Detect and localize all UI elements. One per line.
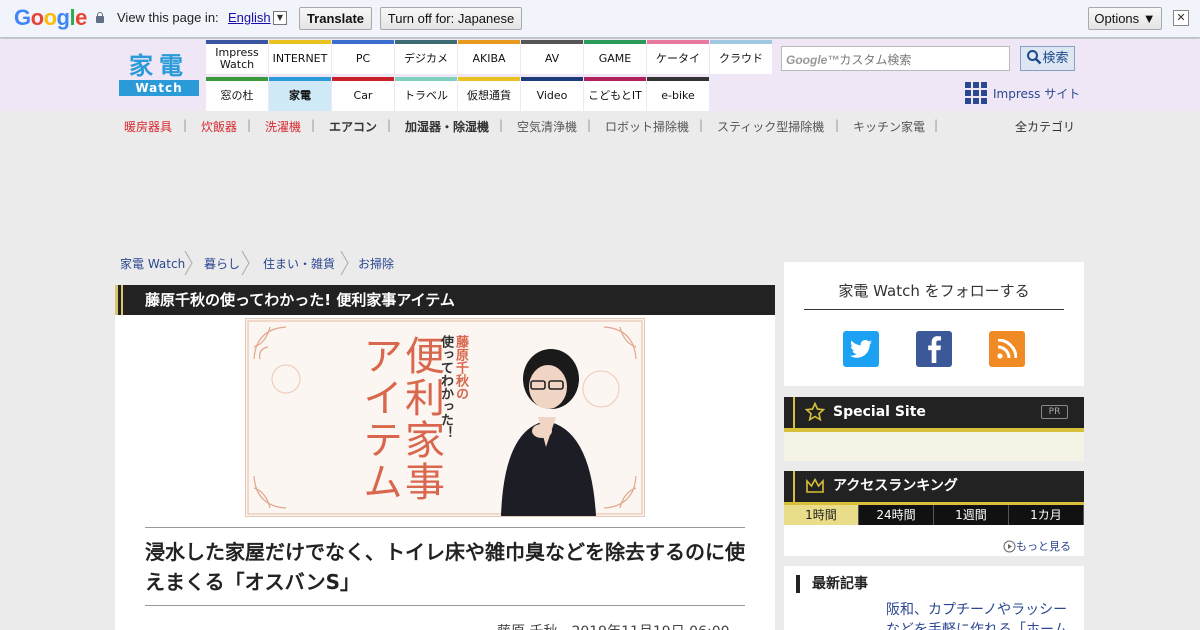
twitter-icon[interactable] xyxy=(843,331,879,367)
category-separator: | xyxy=(587,118,592,132)
category-link[interactable]: キッチン家電 xyxy=(853,118,925,135)
google-brand-text: Google™ xyxy=(786,53,840,67)
nav-tab[interactable]: 仮想通貨 xyxy=(458,77,520,111)
headline-divider-bottom xyxy=(145,605,745,606)
star-icon xyxy=(805,402,825,422)
nav-tab[interactable]: 窓の杜 xyxy=(206,77,268,111)
breadcrumb-item[interactable]: 家電 Watch xyxy=(120,255,185,272)
nav-tab[interactable]: Video xyxy=(521,77,583,111)
category-link[interactable]: 炊飯器 xyxy=(201,118,237,135)
more-link-label: もっと見る xyxy=(1016,540,1071,553)
ranking-tab[interactable]: 1時間 xyxy=(784,505,859,525)
category-separator: | xyxy=(499,118,504,132)
latest-item-link[interactable]: 阪和、カプチーノやラッシーなどを手軽に作れる「ホーム xyxy=(886,600,1076,630)
translate-button[interactable]: Translate xyxy=(299,7,372,30)
category-link[interactable]: 暖房器具 xyxy=(124,118,172,135)
nav-tab[interactable]: ケータイ xyxy=(647,40,709,74)
play-circle-icon xyxy=(1003,540,1016,553)
special-site-header xyxy=(784,397,1084,428)
chevron-down-icon[interactable]: ▼ xyxy=(273,11,287,25)
chevron-right-icon xyxy=(340,250,349,276)
logo-kanji: 家電 xyxy=(129,51,189,80)
headline-divider-top xyxy=(145,527,745,528)
banner-subtitle: 使ってわかった！ xyxy=(438,335,453,439)
nav-tab[interactable]: PC xyxy=(332,40,394,74)
article-byline: 藤原 千秋 2019年11月19日 06:00 xyxy=(497,621,730,630)
category-link[interactable]: 空気清浄機 xyxy=(517,118,577,135)
chevron-right-icon xyxy=(241,250,250,276)
ranking-tab[interactable]: 1カ月 xyxy=(1009,505,1084,525)
nav-tab[interactable]: トラベル xyxy=(395,77,457,111)
search-icon xyxy=(1027,50,1042,65)
search-input[interactable]: Google™カスタム検索 xyxy=(781,46,1010,71)
breadcrumb-item[interactable]: お掃除 xyxy=(358,255,394,272)
pr-badge: PR xyxy=(1041,405,1068,419)
special-site-title: Special Site xyxy=(833,404,926,420)
nav-tab[interactable]: e-bike xyxy=(647,77,709,111)
google-logo: Google xyxy=(14,5,87,30)
series-banner-image[interactable]: 便利家事アイテム 藤原千秋の 使ってわかった！ xyxy=(245,318,645,517)
article-headline: 浸水した家屋だけでなく、トイレ床や雑巾臭などを除去するのに使えまくる「オスバンS… xyxy=(145,540,745,594)
banner-name: 藤原千秋の xyxy=(453,335,468,400)
special-site-body xyxy=(784,432,1084,461)
search-placeholder: カスタム検索 xyxy=(839,53,912,67)
view-page-label: View this page in: xyxy=(117,10,219,25)
nav-tab[interactable]: AV xyxy=(521,40,583,74)
chevron-right-icon xyxy=(184,250,193,276)
rss-icon[interactable] xyxy=(989,331,1025,367)
nav-tab[interactable]: GAME xyxy=(584,40,646,74)
category-separator: | xyxy=(387,118,392,132)
options-button[interactable]: Options ▼ xyxy=(1088,7,1162,30)
category-separator: | xyxy=(835,118,840,132)
nav-tab[interactable]: AKIBA xyxy=(458,40,520,74)
nav-tab[interactable]: Car xyxy=(332,77,394,111)
all-categories-link[interactable]: 全カテゴリ xyxy=(1015,118,1075,135)
nav-tab[interactable]: こどもとIT xyxy=(584,77,646,111)
crown-icon xyxy=(806,477,824,493)
logo-watch: Watch xyxy=(119,80,199,96)
site-logo[interactable]: 家電 Watch xyxy=(119,52,199,96)
category-link[interactable]: 洗濯機 xyxy=(265,118,301,135)
latest-title: 最新記事 xyxy=(796,575,868,593)
category-link[interactable]: ロボット掃除機 xyxy=(605,118,689,135)
ranking-accent xyxy=(793,471,795,502)
search-button-label: 検索 xyxy=(1042,51,1069,66)
more-link[interactable]: もっと見る xyxy=(1003,538,1071,554)
series-title[interactable]: 藤原千秋の使ってわかった! 便利家事アイテム xyxy=(115,285,775,315)
ranking-title: アクセスランキング xyxy=(833,478,958,494)
nav-tab[interactable]: デジカメ xyxy=(395,40,457,74)
category-separator: | xyxy=(699,118,704,132)
grid-icon[interactable] xyxy=(965,82,987,104)
search-button[interactable]: 検索 xyxy=(1020,46,1075,71)
category-separator: | xyxy=(311,118,316,132)
category-link[interactable]: エアコン xyxy=(329,118,377,135)
category-separator: | xyxy=(247,118,252,132)
nav-tab[interactable]: INTERNET xyxy=(269,40,331,74)
follow-title: 家電 Watch をフォローする xyxy=(838,282,1030,300)
special-site-accent xyxy=(793,397,795,428)
category-separator: | xyxy=(934,118,939,132)
follow-divider xyxy=(804,309,1064,310)
nav-tab[interactable]: 家電 xyxy=(269,77,331,111)
language-select[interactable]: English xyxy=(228,10,271,25)
lock-icon xyxy=(95,12,105,23)
close-icon[interactable]: ✕ xyxy=(1173,10,1189,26)
ranking-tab[interactable]: 1週間 xyxy=(934,505,1009,525)
facebook-icon[interactable] xyxy=(916,331,952,367)
category-link[interactable]: 加湿器・除湿機 xyxy=(405,118,489,135)
breadcrumb-item[interactable]: 住まい・雑貨 xyxy=(263,255,335,272)
turn-off-button[interactable]: Turn off for: Japanese xyxy=(380,7,522,30)
breadcrumb-item[interactable]: 暮らし xyxy=(204,255,240,272)
ranking-tab[interactable]: 24時間 xyxy=(859,505,934,525)
category-link[interactable]: スティック型掃除機 xyxy=(717,118,824,135)
nav-tab[interactable]: クラウド xyxy=(710,40,772,74)
banner-title-big: 便利家事アイテム xyxy=(356,335,444,503)
impress-site-link[interactable]: Impress サイト xyxy=(993,85,1080,102)
nav-tab[interactable]: Impress Watch xyxy=(206,40,268,74)
category-separator: | xyxy=(183,118,188,132)
